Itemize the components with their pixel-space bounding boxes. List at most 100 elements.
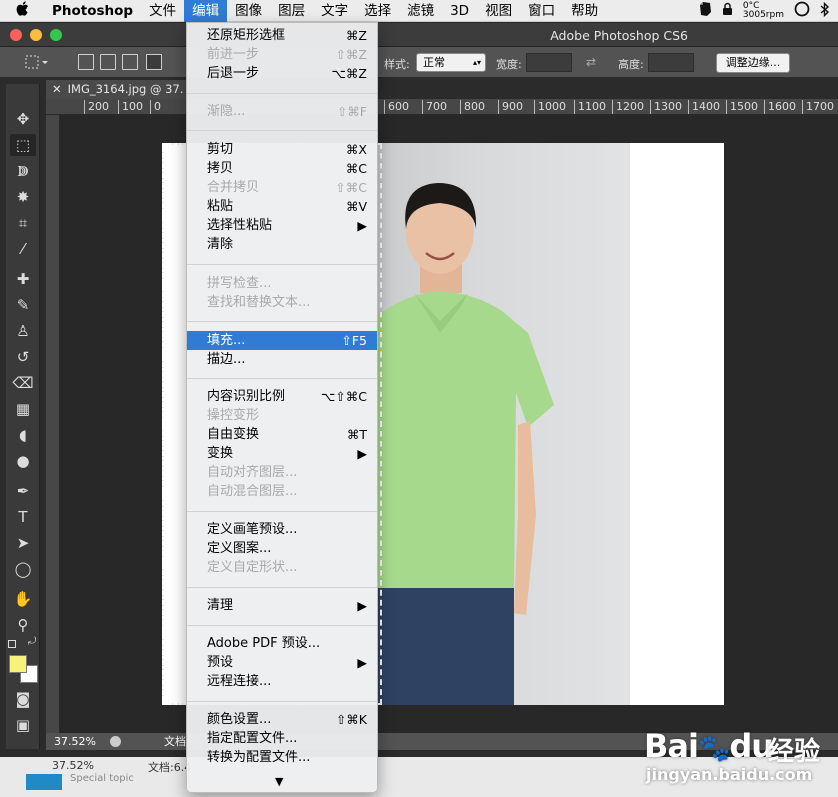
ellipse-tool-icon[interactable]: ◯ xyxy=(10,558,36,580)
menu-item-fade[interactable]: 渐隐... ⇧⌘F xyxy=(187,102,377,121)
scroll-down-arrow-icon[interactable]: ▼ xyxy=(275,775,283,788)
rect-marquee-tool-icon[interactable]: ⬚ xyxy=(10,134,36,156)
menu-select[interactable]: 选择 xyxy=(356,0,399,22)
menu-view[interactable]: 视图 xyxy=(477,0,520,22)
menu-item-content-aware-scale[interactable]: 内容识别比例 ⌥⇧⌘C xyxy=(187,387,377,406)
menu-item-auto-blend-layers[interactable]: 自动混合图层... xyxy=(187,482,377,501)
menu-item-assign-profile[interactable]: 指定配置文件... xyxy=(187,729,377,748)
brush-tool-icon[interactable]: ✎ xyxy=(10,294,36,316)
menu-item-label: 远程连接... xyxy=(207,674,272,689)
menu-item-undo-rect-marquee[interactable]: 还原矩形选框 ⌘Z xyxy=(187,26,377,45)
menu-item-free-transform[interactable]: 自由变换 ⌘T xyxy=(187,425,377,444)
tools-panel: ✥ ⬚ ↇ ✸ ⌗ ⁄ ✚ ✎ ♙ ↺ ⌫ ▦ ◖ ● ✒ T ➤ ◯ ✋ ⚲ … xyxy=(6,84,40,749)
menu-item-purge[interactable]: 清理 ▶ xyxy=(187,596,377,615)
menu-photoshop[interactable]: Photoshop xyxy=(44,0,141,22)
menu-item-define-brush[interactable]: 定义画笔预设... xyxy=(187,520,377,539)
menu-item-remote-connections[interactable]: 远程连接... xyxy=(187,672,377,691)
lock-icon[interactable] xyxy=(722,2,733,20)
path-selection-tool-icon[interactable]: ➤ xyxy=(10,532,36,554)
magic-wand-tool-icon[interactable]: ✸ xyxy=(10,186,36,208)
dodge-tool-icon[interactable]: ● xyxy=(10,450,36,472)
ruler-tick: 1700 xyxy=(802,100,834,114)
clone-stamp-tool-icon[interactable]: ♙ xyxy=(10,320,36,342)
eyedropper-tool-icon[interactable]: ⁄ xyxy=(10,238,36,260)
zoom-window-button[interactable] xyxy=(50,29,62,41)
ruler-tick: 600 xyxy=(384,100,409,114)
menu-item-step-forward[interactable]: 前进一步 ⇧⌘Z xyxy=(187,45,377,64)
menu-item-step-backward[interactable]: 后退一步 ⌥⌘Z xyxy=(187,64,377,83)
eraser-tool-icon[interactable]: ⌫ xyxy=(10,372,36,394)
minimize-window-button[interactable] xyxy=(30,29,42,41)
menu-item-puppet-warp[interactable]: 操控变形 xyxy=(187,406,377,425)
bluetooth-icon[interactable] xyxy=(820,1,830,21)
apple-icon[interactable] xyxy=(0,1,44,20)
menu-item-color-settings[interactable]: 颜色设置... ⇧⌘K xyxy=(187,710,377,729)
menu-item-clear[interactable]: 清除 xyxy=(187,235,377,254)
menu-item-stroke[interactable]: 描边... xyxy=(187,350,377,369)
style-select-value: 正常 xyxy=(423,56,445,69)
menu-item-find-replace[interactable]: 查找和替换文本... xyxy=(187,293,377,312)
menu-item-paste[interactable]: 粘贴 ⌘V xyxy=(187,197,377,216)
menu-item-copy-merged[interactable]: 合并拷贝 ⇧⌘C xyxy=(187,178,377,197)
menu-3d[interactable]: 3D xyxy=(442,0,477,22)
menu-edit[interactable]: 编辑 xyxy=(184,0,228,22)
ruler-tick: 1000 xyxy=(534,100,566,114)
menu-item-auto-align-layers[interactable]: 自动对齐图层... xyxy=(187,463,377,482)
menu-item-paste-special[interactable]: 选择性粘贴 ▶ xyxy=(187,216,377,235)
height-input[interactable] xyxy=(648,53,694,72)
menu-item-cut[interactable]: 剪切 ⌘X xyxy=(187,140,377,159)
menu-item-label: 渐隐... xyxy=(207,104,246,119)
cpu-monitor[interactable]: 0°C 3005rpm xyxy=(743,2,784,20)
menu-layer[interactable]: 图层 xyxy=(270,0,313,22)
intersect-selection-icon[interactable] xyxy=(146,54,162,70)
menu-item-define-shape[interactable]: 定义自定形状... xyxy=(187,558,377,577)
menu-item-define-pattern[interactable]: 定义图案... xyxy=(187,539,377,558)
menu-window[interactable]: 窗口 xyxy=(520,0,563,22)
menu-type[interactable]: 文字 xyxy=(313,0,356,22)
menu-item-fill[interactable]: 填充... ⇧F5 xyxy=(187,331,377,350)
refine-edge-button[interactable]: 调整边缘... xyxy=(716,53,790,73)
new-selection-icon[interactable] xyxy=(78,54,94,70)
menu-help[interactable]: 帮助 xyxy=(563,0,606,22)
swap-icon[interactable]: ⇄ xyxy=(586,55,596,69)
quick-mask-icon[interactable]: ◙ xyxy=(10,688,36,710)
menu-item-spell-check[interactable]: 拼写检查... xyxy=(187,274,377,293)
blur-tool-icon[interactable]: ◖ xyxy=(10,424,36,446)
ruler-tick: 1100 xyxy=(574,100,606,114)
zoom-level[interactable]: 37.52% xyxy=(54,733,96,750)
history-brush-tool-icon[interactable]: ↺ xyxy=(10,346,36,368)
menu-image[interactable]: 图像 xyxy=(227,0,270,22)
hand-tool-icon[interactable]: ✋ xyxy=(10,588,36,610)
zoom-tool-icon[interactable]: ⚲ xyxy=(10,614,36,636)
menu-item-presets[interactable]: 预设 ▶ xyxy=(187,653,377,672)
type-tool-icon[interactable]: T xyxy=(10,506,36,528)
gradient-tool-icon[interactable]: ▦ xyxy=(10,398,36,420)
healing-brush-tool-icon[interactable]: ✚ xyxy=(10,268,36,290)
lasso-tool-icon[interactable]: ↇ xyxy=(10,160,36,182)
pen-tool-icon[interactable]: ✒ xyxy=(10,480,36,502)
close-tab-icon[interactable]: ✕ xyxy=(52,82,62,96)
style-select[interactable]: 正常 ▴▾ xyxy=(416,53,486,72)
menu-item-transform[interactable]: 变换 ▶ xyxy=(187,444,377,463)
menu-file[interactable]: 文件 xyxy=(141,0,184,22)
add-selection-icon[interactable] xyxy=(100,54,116,70)
marquee-preset-icon[interactable] xyxy=(24,54,48,70)
swap-colors-icon[interactable]: ⤾ xyxy=(28,636,36,647)
subtract-selection-icon[interactable] xyxy=(122,54,138,70)
ruler-tick: 200 xyxy=(84,100,109,114)
default-colors-icon[interactable] xyxy=(8,640,16,648)
move-tool-icon[interactable]: ✥ xyxy=(10,108,36,130)
evernote-icon[interactable] xyxy=(698,1,712,21)
menu-item-copy[interactable]: 拷贝 ⌘C xyxy=(187,159,377,178)
menu-item-convert-profile[interactable]: 转换为配置文件... xyxy=(187,748,377,767)
menu-item-pdf-presets[interactable]: Adobe PDF 预设... xyxy=(187,634,377,653)
document-tab[interactable]: ✕ IMG_3164.jpg @ 37. xyxy=(46,80,186,99)
circle-icon[interactable] xyxy=(794,1,810,21)
screen-mode-icon[interactable]: ▣ xyxy=(10,714,36,736)
info-icon[interactable] xyxy=(110,736,121,747)
close-window-button[interactable] xyxy=(10,29,22,41)
width-input[interactable] xyxy=(526,53,572,72)
crop-tool-icon[interactable]: ⌗ xyxy=(10,212,36,234)
foreground-color-swatch[interactable] xyxy=(9,655,27,673)
menu-filter[interactable]: 滤镜 xyxy=(399,0,442,22)
